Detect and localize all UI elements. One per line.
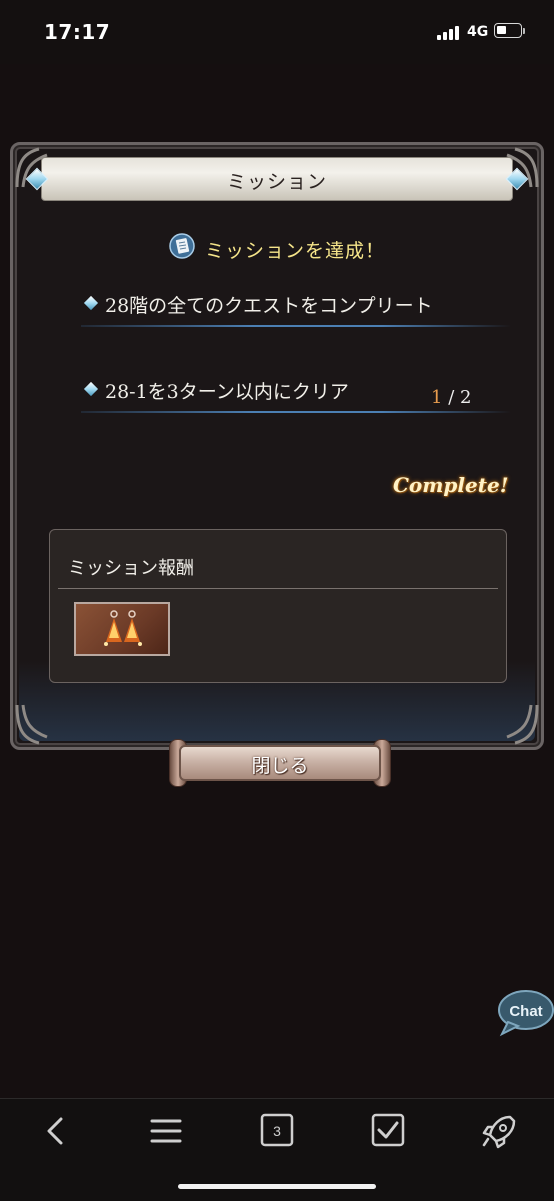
game-area: ミッション ミッションを達成！ 28階の全てのクエストをコンプリート 1 / 2 <box>0 64 554 1098</box>
reward-title: ミッション報酬 <box>68 558 194 579</box>
status-time: 17:17 <box>44 20 111 44</box>
tabs-button[interactable]: 3 <box>255 1111 299 1151</box>
battery-cap <box>523 28 525 34</box>
earrings-icon <box>104 610 142 646</box>
back-button[interactable] <box>34 1111 78 1151</box>
dialog-title-bar: ミッション <box>41 157 513 201</box>
menu-button[interactable] <box>144 1111 188 1151</box>
home-indicator <box>178 1184 376 1189</box>
checklist-button[interactable] <box>366 1111 410 1151</box>
scroll-icon <box>169 233 195 259</box>
diamond-icon <box>83 381 99 397</box>
reward-item-earrings[interactable] <box>74 602 170 656</box>
dialog-title: ミッション <box>226 171 327 193</box>
signal-icon <box>437 26 463 40</box>
chat-button[interactable]: Chat <box>496 988 554 1038</box>
tabs-icon: 3 <box>260 1113 294 1147</box>
battery-icon <box>494 23 522 38</box>
close-button-label: 閉じる <box>251 755 309 777</box>
achieved-label: ミッションを達成！ <box>205 240 386 262</box>
mission-divider <box>81 411 511 413</box>
reward-panel: ミッション報酬 <box>49 529 507 683</box>
mission-dialog: ミッション ミッションを達成！ 28階の全てのクエストをコンプリート 1 / 2 <box>10 142 544 787</box>
reward-divider <box>58 588 498 589</box>
mission-divider <box>81 325 511 327</box>
chat-label: Chat <box>509 1003 542 1020</box>
chevron-left-icon <box>47 1117 63 1145</box>
hamburger-icon <box>150 1119 182 1143</box>
diamond-icon <box>83 295 99 311</box>
rocket-icon <box>482 1115 516 1149</box>
status-bar: 17:17 4G <box>0 0 554 64</box>
ornament-corner-bottom-left <box>15 704 48 745</box>
checkbox-icon <box>371 1113 405 1147</box>
network-type: 4G <box>467 24 489 40</box>
mission-item: 28階の全てのクエストをコンプリート <box>75 291 515 331</box>
close-button[interactable]: 閉じる <box>169 739 391 787</box>
launch-button[interactable] <box>476 1111 520 1151</box>
ornament-corner-bottom-right <box>506 704 539 745</box>
mission-item: 28-1を3ターン以内にクリア <box>75 377 515 417</box>
mission-label: 28階の全てのクエストをコンプリート <box>105 295 433 317</box>
chat-bubble-icon: Chat <box>498 990 554 1037</box>
complete-badge: Complete! <box>393 473 509 497</box>
tabs-count: 3 <box>273 1123 281 1139</box>
mission-label: 28-1を3ターン以内にクリア <box>105 381 349 403</box>
